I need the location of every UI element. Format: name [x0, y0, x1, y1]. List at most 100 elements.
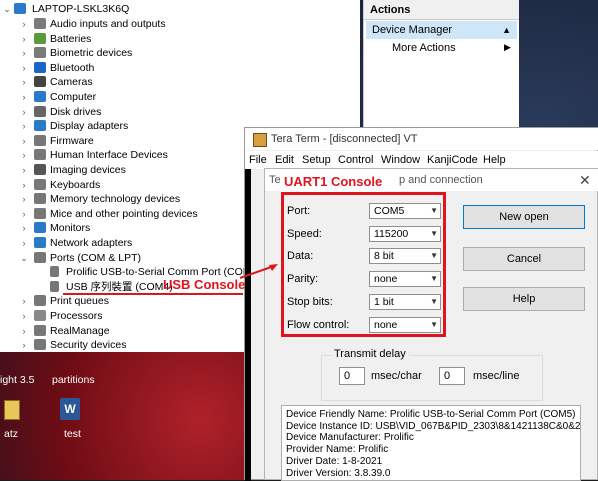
actions-header: Actions [364, 0, 519, 20]
device-category-icon [34, 32, 46, 44]
device-category-icon [34, 178, 46, 190]
device-category-icon [34, 105, 46, 117]
tree-category-label: Cameras [50, 76, 93, 89]
cancel-button[interactable]: Cancel [463, 247, 585, 271]
device-category-icon [34, 237, 46, 248]
chevron-right-icon[interactable]: › [20, 134, 28, 148]
tree-category-label: Display adapters [50, 120, 129, 133]
info-line: Provider Name: Prolific [286, 444, 389, 456]
uart-console-label: UART1 Console [281, 172, 386, 192]
tree-category-label: Monitors [50, 222, 91, 235]
device-category-icon [34, 339, 46, 351]
uart-console-highlight [281, 192, 446, 337]
info-line: Device Friendly Name: Prolific USB-to-Se… [286, 409, 576, 420]
tree-category-label: Computer [50, 91, 97, 103]
serial-port-icon [50, 280, 59, 292]
info-line: Driver Date: 1-8-2021 [286, 455, 383, 467]
tree-category-label: Print queues [50, 295, 109, 308]
help-button[interactable]: Help [463, 287, 585, 311]
tree-category-label: Mice and other pointing devices [50, 207, 198, 220]
new-open-button[interactable]: New open [463, 205, 585, 229]
chevron-right-icon[interactable]: › [20, 178, 28, 192]
tree-category-label: Biometric devices [50, 47, 133, 60]
device-category-icon [34, 164, 46, 175]
usb-console-underline [63, 293, 243, 295]
chevron-right-icon[interactable]: › [20, 207, 28, 221]
submenu-arrow-icon: ▶ [504, 42, 511, 52]
word-document-icon[interactable]: W [60, 398, 80, 420]
chevron-right-icon[interactable]: › [20, 236, 28, 250]
chevron-right-icon[interactable]: › [20, 75, 28, 89]
msec-char-input[interactable]: 0 [339, 367, 365, 385]
chevron-right-icon[interactable]: › [20, 90, 28, 104]
teraterm-titlebar[interactable]: Tera Term - [disconnected] VT [245, 128, 598, 150]
chevron-right-icon[interactable]: › [20, 163, 28, 177]
desktop-file-icon[interactable] [4, 400, 20, 420]
device-category-icon [34, 222, 46, 234]
computer-name-label: LAPTOP-LSKL3K6Q [32, 3, 130, 15]
device-category-icon [34, 76, 46, 88]
desktop-icon-test-label[interactable]: test [64, 428, 81, 440]
tree-category-label: Ports (COM & LPT) [50, 251, 142, 264]
close-icon[interactable]: ✕ [579, 169, 591, 191]
tree-category-label: Disk drives [50, 105, 102, 118]
more-actions-label: More Actions [392, 42, 456, 54]
chevron-right-icon[interactable]: › [20, 221, 28, 235]
info-line: Device Manufacturer: Prolific [286, 432, 414, 444]
tree-category-label: Batteries [50, 32, 92, 45]
chevron-right-icon[interactable]: › [20, 61, 28, 75]
info-line: Device Instance ID: USB\VID_067B&PID_230… [286, 420, 581, 432]
serial-port-icon [50, 266, 59, 278]
chevron-right-icon[interactable]: › [20, 17, 28, 31]
transmit-delay-label: Transmit delay [331, 348, 409, 360]
chevron-right-icon[interactable]: › [20, 309, 28, 323]
chevron-right-icon[interactable]: › [20, 192, 28, 206]
desktop-text-left: ight 3.5 [0, 374, 35, 386]
device-category-icon [34, 120, 46, 132]
tree-category-label: Security devices [50, 339, 127, 352]
device-category-icon [34, 61, 46, 73]
desktop-icon-atz-label[interactable]: atz [4, 428, 18, 440]
chevron-right-icon[interactable]: › [20, 46, 28, 60]
chevron-right-icon[interactable]: › [20, 324, 28, 338]
collapse-up-icon[interactable]: ▲ [502, 21, 511, 39]
chevron-right-icon[interactable]: › [20, 338, 28, 352]
chevron-right-icon[interactable]: › [20, 105, 28, 119]
menu-item[interactable]: Edit [275, 151, 294, 169]
info-line: Driver Version: 3.8.39.0 [286, 467, 391, 479]
chevron-right-icon[interactable]: › [20, 148, 28, 162]
tree-category-label: Network adapters [50, 237, 133, 249]
tree-category-label: Firmware [50, 134, 94, 147]
menu-item[interactable]: Setup [302, 151, 331, 169]
device-category-icon [34, 134, 46, 146]
teraterm-menubar: File Edit Setup Control Window KanjiCode Help [245, 151, 598, 169]
device-category-icon [34, 193, 46, 205]
chevron-down-icon[interactable]: ⌄ [3, 2, 11, 16]
chevron-right-icon[interactable]: › [20, 294, 28, 308]
device-category-icon [34, 149, 46, 161]
menu-item[interactable]: Help [483, 151, 506, 169]
msec-line-input[interactable]: 0 [439, 367, 465, 385]
chevron-right-icon[interactable]: › [20, 119, 28, 133]
chevron-right-icon[interactable]: › [20, 32, 28, 46]
tree-category-label: Human Interface Devices [50, 149, 168, 162]
tree-category-label: Keyboards [50, 178, 101, 191]
actions-device-manager-label: Device Manager [372, 24, 453, 36]
device-info-box[interactable]: Device Friendly Name: Prolific USB-to-Se… [281, 405, 581, 481]
menu-item[interactable]: Window [381, 151, 420, 169]
terminal-area[interactable] [245, 169, 251, 481]
chevron-down-icon[interactable]: ⌄ [20, 251, 28, 265]
tree-category-label: Audio inputs and outputs [50, 18, 166, 30]
teraterm-app-icon [253, 133, 267, 147]
menu-item[interactable]: File [249, 151, 267, 169]
actions-device-manager[interactable]: Device Manager ▲ [366, 21, 517, 39]
dialog-title-end: p and connection [399, 174, 483, 186]
menu-item[interactable]: KanjiCode [427, 151, 478, 169]
arrow-head [269, 264, 278, 271]
tree-category-label: Imaging devices [50, 164, 126, 176]
more-actions-item[interactable]: More Actions ▶ [392, 42, 512, 54]
device-category-icon [34, 18, 46, 29]
menu-item[interactable]: Control [338, 151, 373, 169]
tree-category-label: Bluetooth [50, 61, 95, 74]
usb-console-label: USB Console [163, 277, 246, 292]
